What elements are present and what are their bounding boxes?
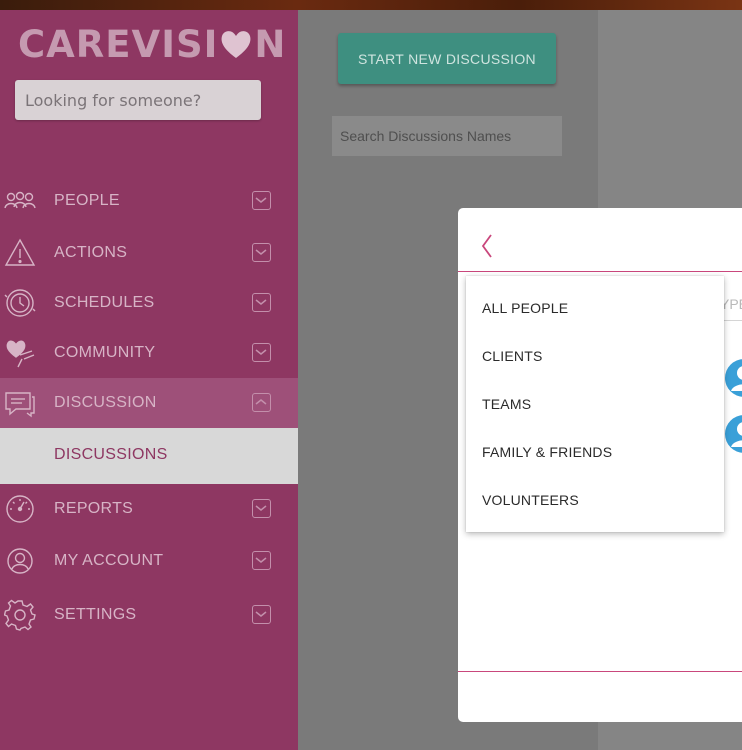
people-search-input[interactable] <box>15 80 261 120</box>
chevron-down-icon[interactable] <box>252 243 271 262</box>
sidebar-subitem-label: DISCUSSIONS <box>54 446 168 463</box>
sidebar-item-settings[interactable]: SETTINGS <box>0 590 298 640</box>
sidebar-item-label: MY ACCOUNT <box>54 552 164 569</box>
logo-text-suffix: N <box>254 22 287 66</box>
chevron-down-icon[interactable] <box>252 343 271 362</box>
chevron-down-icon[interactable] <box>252 551 271 570</box>
sidebar-item-label: SCHEDULES <box>54 294 155 311</box>
user-avatar-icon <box>725 415 742 453</box>
sidebar-item-label: SETTINGS <box>54 606 137 623</box>
sidebar-item-schedules[interactable]: SCHEDULES <box>0 278 298 328</box>
sidebar-item-people[interactable]: PEOPLE <box>0 176 298 226</box>
heart-icon <box>221 31 251 58</box>
heart-hand-icon <box>6 340 35 368</box>
filter-option-teams[interactable]: TEAMS <box>482 396 531 412</box>
sidebar-item-reports[interactable]: REPORTS <box>0 484 298 534</box>
sidebar-item-label: DISCUSSION <box>54 394 157 411</box>
chevron-down-icon[interactable] <box>252 293 271 312</box>
gear-icon <box>4 599 36 631</box>
sidebar-item-my-account[interactable]: MY ACCOUNT <box>0 536 298 586</box>
filter-option-all-people[interactable]: ALL PEOPLE <box>482 300 568 316</box>
carevision-logo[interactable]: CAREVISI N <box>18 22 287 66</box>
chevron-down-icon[interactable] <box>252 499 271 518</box>
chat-icon <box>5 392 35 418</box>
start-new-discussion-button[interactable]: START NEW DISCUSSION <box>338 33 556 84</box>
chevron-down-icon[interactable] <box>252 191 271 210</box>
gauge-icon <box>6 495 34 523</box>
user-avatar-icon <box>725 359 742 397</box>
chevron-down-icon[interactable] <box>252 605 271 624</box>
filter-option-family-friends[interactable]: FAMILY & FRIENDS <box>482 444 612 460</box>
clock-icon <box>4 289 36 317</box>
sidebar-item-label: PEOPLE <box>54 192 120 209</box>
sidebar-item-label: REPORTS <box>54 500 134 517</box>
avatar <box>724 414 742 454</box>
avatar <box>724 358 742 398</box>
modal-header-divider <box>458 271 742 272</box>
modal-footer-divider <box>458 671 742 672</box>
chevron-left-icon[interactable] <box>480 232 494 260</box>
sidebar-subitem-discussions[interactable]: DISCUSSIONS <box>0 428 298 484</box>
sidebar-item-discussion[interactable]: DISCUSSION <box>0 378 298 428</box>
people-filter-dropdown: ALL PEOPLE CLIENTS TEAMS FAMILY & FRIEND… <box>466 276 724 532</box>
top-banner-strip <box>0 0 742 10</box>
chevron-up-icon[interactable] <box>252 393 271 412</box>
people-icon <box>4 191 36 209</box>
sidebar-item-label: ACTIONS <box>54 244 128 261</box>
sidebar-item-community[interactable]: COMMUNITY <box>0 328 298 378</box>
filter-option-clients[interactable]: CLIENTS <box>482 348 543 364</box>
logo-text-prefix: CAREVISI <box>18 22 219 66</box>
sidebar-item-label: COMMUNITY <box>54 344 156 361</box>
filter-option-volunteers[interactable]: VOLUNTEERS <box>482 492 579 508</box>
sidebar-item-actions[interactable]: ACTIONS <box>0 228 298 278</box>
discussion-search-input[interactable] <box>332 116 562 156</box>
warning-icon <box>4 238 36 266</box>
user-icon <box>7 548 33 574</box>
sidebar: CAREVISI N PEOPLE ACTIONS SCHEDULE <box>0 10 298 750</box>
